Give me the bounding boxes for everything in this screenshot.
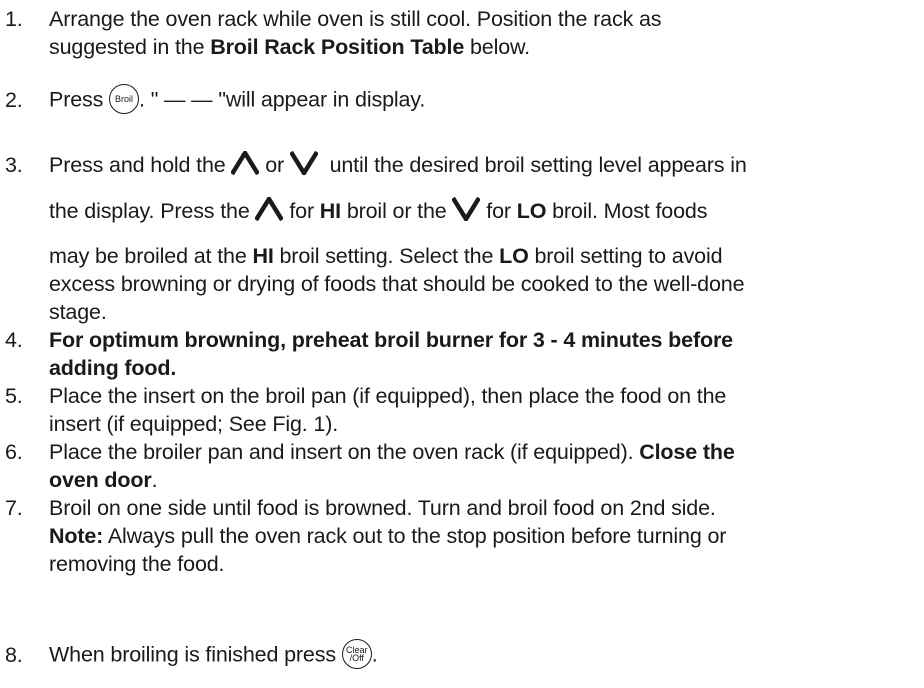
- step-text-line: adding food.: [49, 356, 176, 381]
- text: Broil on one side until food is browned.…: [49, 496, 716, 520]
- text: LO: [516, 199, 547, 223]
- step-number: 6.: [5, 440, 23, 464]
- up-arrow-icon: [231, 151, 260, 176]
- step-number: 5.: [5, 384, 23, 408]
- step-text-line: Arrange the oven rack while oven is stil…: [49, 7, 662, 32]
- step-text-line: Place the broiler pan and insert on the …: [49, 440, 735, 465]
- text: /Off: [349, 653, 364, 663]
- broil-instructions: 1. Arrange the oven rack while oven is s…: [0, 0, 924, 688]
- text: until the desired broil setting level ap…: [329, 153, 747, 177]
- step-text-line: Broil on one side until food is browned.…: [49, 496, 716, 521]
- text: Arrange the oven rack while oven is stil…: [49, 7, 662, 31]
- text: the display. Press the: [49, 199, 250, 223]
- step-number: 1.: [5, 7, 23, 31]
- text: broil setting to avoid: [534, 244, 723, 268]
- text: Place the broiler pan and insert on the …: [49, 440, 640, 464]
- text: HI: [252, 244, 274, 268]
- step-text-line: removing the food.: [49, 552, 225, 577]
- text: broil or the: [346, 199, 447, 223]
- text: oven door: [49, 468, 152, 492]
- step-number: 7.: [5, 496, 23, 520]
- text: insert (if equipped; See Fig. 1).: [49, 412, 339, 436]
- text: adding food.: [49, 356, 177, 380]
- step-number: 2.: [5, 88, 23, 112]
- step-text-line: excess browning or drying of foods that …: [49, 272, 745, 296]
- text: HI: [319, 199, 341, 223]
- down-arrow-icon: [452, 197, 481, 222]
- text: for: [486, 199, 511, 223]
- text: for: [289, 199, 314, 223]
- text: broil. Most foods: [552, 199, 708, 223]
- step-text-line: For optimum browning, preheat broil burn…: [49, 328, 733, 353]
- text: below.: [464, 35, 531, 59]
- text: Broil Rack Position Table: [210, 35, 465, 59]
- text: Press: [49, 87, 104, 112]
- text: Note:: [49, 524, 104, 548]
- text: suggested in the: [49, 35, 211, 59]
- text: .: [371, 642, 378, 667]
- step-number: 3.: [5, 153, 23, 177]
- clear-off-button-icon: Clear/Off: [341, 639, 372, 669]
- step-text-line: may be broiled at the HI broil setting. …: [49, 244, 723, 269]
- step-text-line: insert (if equipped; See Fig. 1).: [49, 412, 338, 437]
- text: Close the: [639, 440, 735, 464]
- text: . " — — "will appear in display.: [139, 87, 426, 112]
- broil-button-icon: Broil: [109, 84, 140, 114]
- text: or: [265, 153, 285, 177]
- text: .: [151, 468, 158, 492]
- step-text-line: When broiling is finished press Clear/Of…: [49, 639, 378, 671]
- text: may be broiled at the: [49, 244, 247, 268]
- step-text-line: Press Broil. " — — "will appear in displ…: [49, 84, 426, 116]
- text: Press and hold the: [49, 153, 226, 177]
- step-number: 8.: [5, 643, 23, 667]
- text: Place the insert on the broil pan (if eq…: [49, 384, 727, 408]
- step-text-line: Place the insert on the broil pan (if eq…: [49, 384, 726, 409]
- down-arrow-icon: [289, 151, 318, 176]
- step-number: 4.: [5, 328, 23, 352]
- step-text-line: the display. Press the for HI broil or t…: [49, 197, 708, 224]
- text: removing the food.: [49, 552, 225, 576]
- text: broil setting. Select the: [279, 244, 494, 268]
- text: When broiling is finished press: [49, 642, 336, 667]
- text: For optimum browning, preheat broil burn…: [49, 328, 733, 352]
- step-text-line: Press and hold the or until the desired …: [49, 151, 747, 178]
- step-text-line: suggested in the Broil Rack Position Tab…: [49, 35, 530, 60]
- step-text-line: oven door.: [49, 468, 158, 493]
- up-arrow-icon: [255, 197, 284, 222]
- step-text-line: Note: Always pull the oven rack out to t…: [49, 524, 726, 549]
- step-text-line: stage.: [49, 300, 107, 324]
- text: LO: [499, 244, 529, 268]
- text: Always pull the oven rack out to the sto…: [103, 524, 727, 548]
